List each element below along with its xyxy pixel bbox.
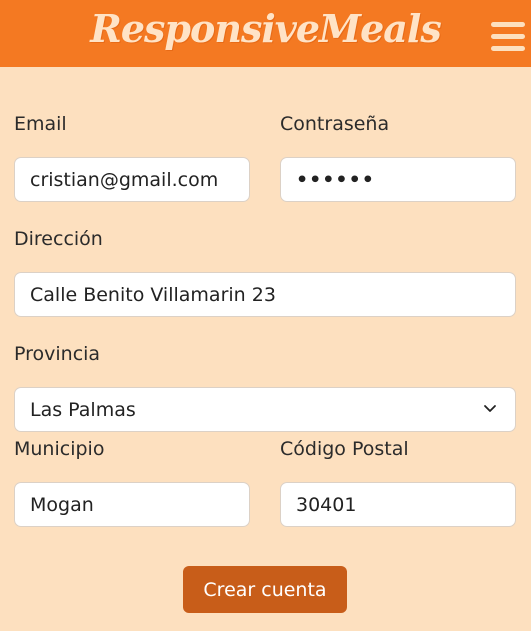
create-account-button[interactable]: Crear cuenta — [183, 566, 347, 613]
email-field[interactable]: cristian@gmail.com — [14, 157, 250, 202]
email-label: Email — [14, 113, 67, 135]
hamburger-menu-icon[interactable] — [491, 22, 525, 56]
password-value: •••••• — [296, 168, 375, 191]
postal-code-label: Código Postal — [280, 438, 409, 460]
address-field[interactable]: Calle Benito Villamarin 23 — [14, 272, 516, 317]
menu-bar — [491, 46, 525, 51]
postal-code-field[interactable]: 30401 — [280, 482, 516, 527]
header: ResponsiveMeals — [0, 0, 531, 67]
municipality-label: Municipio — [14, 438, 105, 460]
municipality-value: Mogan — [30, 493, 94, 516]
address-value: Calle Benito Villamarin 23 — [30, 283, 276, 306]
menu-bar — [491, 34, 525, 39]
province-label: Provincia — [14, 343, 101, 365]
chevron-down-icon — [484, 405, 496, 412]
menu-bar — [491, 22, 525, 27]
password-field[interactable]: •••••• — [280, 157, 516, 202]
email-value: cristian@gmail.com — [30, 168, 219, 191]
province-select[interactable]: Las Palmas — [14, 387, 516, 432]
address-label: Dirección — [14, 228, 103, 250]
password-label: Contraseña — [280, 113, 390, 135]
municipality-field[interactable]: Mogan — [14, 482, 250, 527]
province-value: Las Palmas — [30, 398, 136, 421]
postal-code-value: 30401 — [296, 493, 357, 516]
app-logo[interactable]: ResponsiveMeals — [0, 6, 531, 51]
